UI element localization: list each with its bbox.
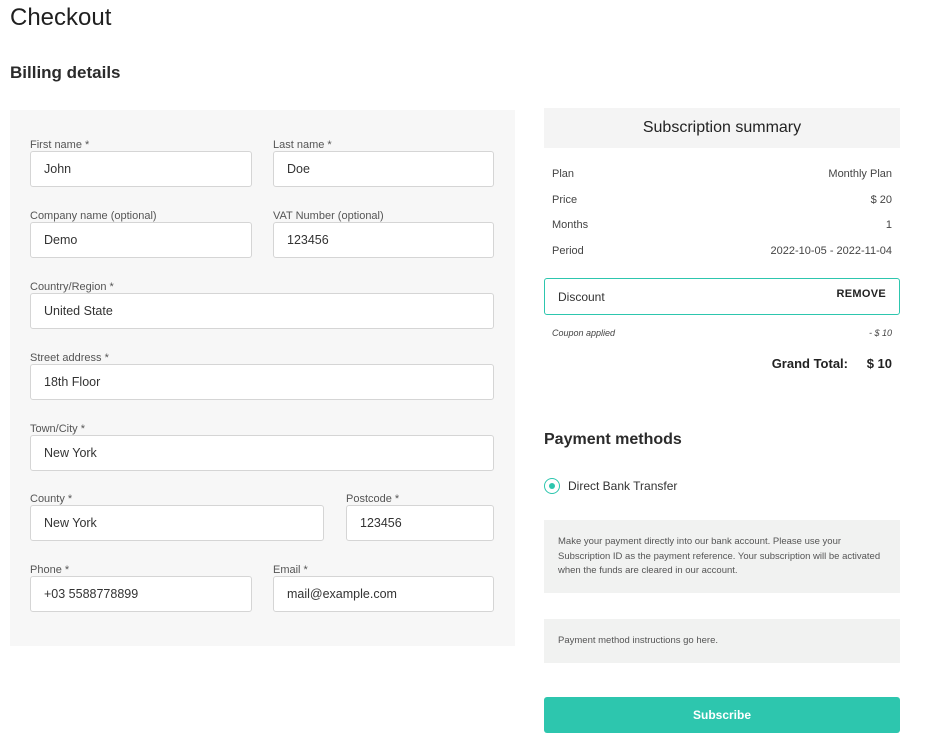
coupon-applied-row: Coupon applied - $ 10 <box>552 328 892 340</box>
vat-input[interactable] <box>273 222 494 258</box>
county-input[interactable] <box>30 505 324 541</box>
radio-dot-icon <box>549 483 555 489</box>
summary-row-price: Price $ 20 <box>552 194 892 210</box>
coupon-label: Coupon applied <box>552 328 616 338</box>
email-field: Email * <box>273 563 494 612</box>
postcode-label: Postcode * <box>346 493 400 505</box>
grand-total-row: Grand Total: $ 10 <box>552 356 892 374</box>
last-name-label: Last name * <box>273 139 332 151</box>
last-name-input[interactable] <box>273 151 494 187</box>
county-label: County * <box>30 493 73 505</box>
payment-methods-title: Payment methods <box>544 431 682 448</box>
phone-field: Phone * <box>30 563 252 612</box>
summary-value: Monthly Plan <box>828 168 892 180</box>
payment-instructions: Payment method instructions go here. <box>544 619 900 663</box>
first-name-field: First name * <box>30 138 252 187</box>
country-label: Country/Region * <box>30 281 114 293</box>
town-field: Town/City * <box>30 422 494 471</box>
subscription-summary-title: Subscription summary <box>544 108 900 148</box>
vat-field: VAT Number (optional) <box>273 209 494 258</box>
summary-key: Price <box>552 194 578 206</box>
postcode-field: Postcode * <box>346 492 494 541</box>
town-label: Town/City * <box>30 423 86 435</box>
email-label: Email * <box>273 564 308 576</box>
company-field: Company name (optional) <box>30 209 252 258</box>
phone-label: Phone * <box>30 564 70 576</box>
discount-box: Discount REMOVE <box>544 278 900 315</box>
summary-value: 1 <box>885 219 892 231</box>
street-input[interactable] <box>30 364 494 400</box>
page-title: Checkout <box>10 4 112 31</box>
radio-selected-icon[interactable] <box>544 478 560 494</box>
first-name-input[interactable] <box>30 151 252 187</box>
summary-key: Months <box>552 219 589 231</box>
billing-form: First name * Last name * Company name (o… <box>10 110 515 646</box>
summary-value: 2022-10-05 - 2022-11-04 <box>770 245 893 257</box>
grand-total-value: $ 10 <box>866 356 892 371</box>
first-name-label: First name * <box>30 139 90 151</box>
summary-key: Plan <box>552 168 575 180</box>
county-field: County * <box>30 492 324 541</box>
summary-row-period: Period 2022-10-05 - 2022-11-04 <box>552 245 892 261</box>
payment-description: Make your payment directly into our bank… <box>544 520 900 593</box>
email-input[interactable] <box>273 576 494 612</box>
phone-input[interactable] <box>30 576 252 612</box>
summary-row-plan: Plan Monthly Plan <box>552 168 892 184</box>
street-field: Street address * <box>30 351 494 400</box>
grand-total-label: Grand Total: <box>771 356 848 371</box>
remove-discount-button[interactable]: REMOVE <box>837 288 886 300</box>
town-input[interactable] <box>30 435 494 471</box>
postcode-input[interactable] <box>346 505 494 541</box>
street-label: Street address * <box>30 352 109 364</box>
company-label: Company name (optional) <box>30 210 157 222</box>
subscribe-button[interactable]: Subscribe <box>544 697 900 733</box>
summary-value: $ 20 <box>870 194 892 206</box>
country-input[interactable] <box>30 293 494 329</box>
summary-row-months: Months 1 <box>552 219 892 235</box>
coupon-value: - $ 10 <box>868 328 892 338</box>
billing-details-title: Billing details <box>10 63 121 82</box>
company-input[interactable] <box>30 222 252 258</box>
discount-label: Discount <box>558 290 605 304</box>
last-name-field: Last name * <box>273 138 494 187</box>
summary-key: Period <box>552 245 584 257</box>
vat-label: VAT Number (optional) <box>273 210 384 222</box>
payment-method-label[interactable]: Direct Bank Transfer <box>568 479 677 493</box>
country-field: Country/Region * <box>30 280 494 329</box>
